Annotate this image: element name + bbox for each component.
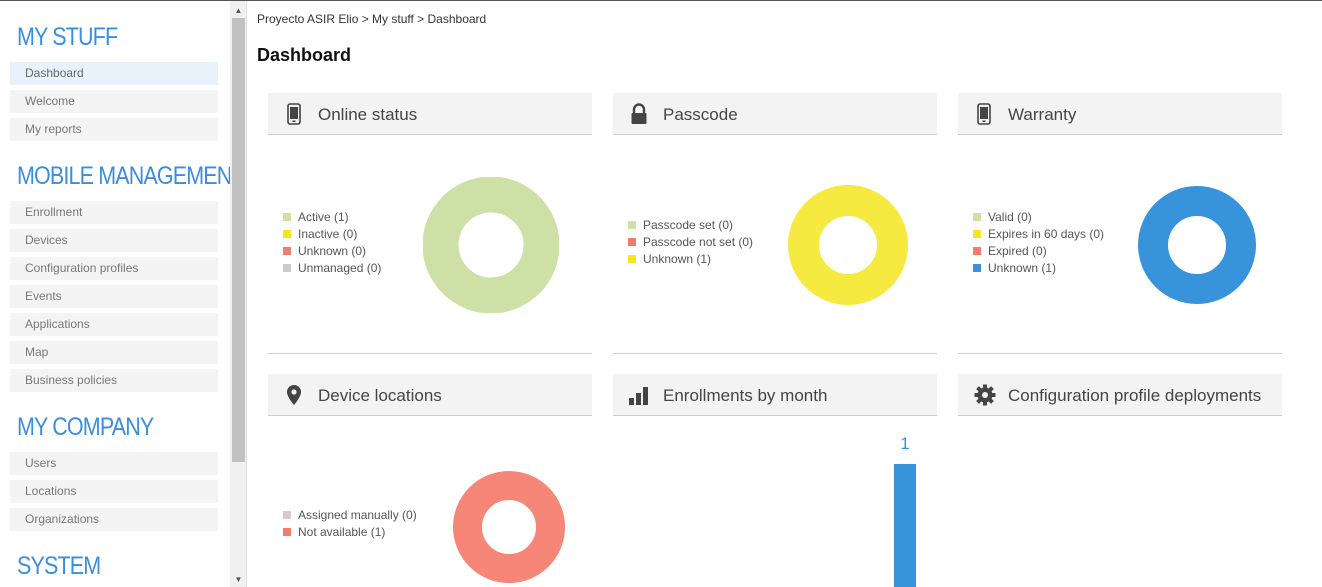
widget-header: Passcode: [613, 93, 937, 135]
legend: Assigned manually (0) Not available (1): [283, 507, 417, 541]
sidebar-scrollbar[interactable]: ▲ ▼: [230, 1, 247, 587]
sidebar-item-events[interactable]: Events: [10, 285, 218, 308]
legend-item: Expires in 60 days (0): [973, 226, 1104, 243]
sidebar-item-my-reports[interactable]: My reports: [10, 118, 218, 141]
donut-slice-unknown: [1138, 186, 1256, 304]
widget-title: Configuration profile deployments: [1008, 386, 1262, 405]
widget-configuration-profile-deployments: Configuration profile deployments: [958, 374, 1282, 587]
legend: Active (1) Inactive (0) Unknown (0) Unma…: [283, 209, 381, 277]
bar-chart-icon: [629, 387, 648, 405]
widget-divider: [958, 353, 1282, 354]
legend-item: Expired (0): [973, 243, 1104, 260]
legend-item: Active (1): [283, 209, 381, 226]
bar: [894, 464, 916, 587]
widget-title: Passcode: [663, 105, 738, 124]
widget-enrollments-by-month: Enrollments by month 1: [613, 374, 937, 587]
gear-icon: [974, 384, 996, 406]
legend: Passcode set (0) Passcode not set (0) Un…: [628, 217, 753, 268]
sidebar-item-devices[interactable]: Devices: [10, 229, 218, 252]
widget-title: Warranty: [1008, 105, 1077, 124]
section-title-mobile-management: MOBILE MANAGEMENT: [17, 162, 230, 190]
widget-title: Device locations: [318, 386, 442, 405]
donut-slice-not-available: [453, 471, 565, 583]
sidebar-item-users[interactable]: Users: [10, 452, 218, 475]
widget-warranty: Warranty Valid (0) Expires in 60 days (0…: [958, 93, 1282, 355]
widget-divider: [613, 353, 937, 354]
bar-value-label: 1: [900, 434, 910, 453]
widget-header: Device locations: [268, 374, 592, 416]
section-title-my-company: MY COMPANY: [17, 413, 154, 441]
legend-item: Inactive (0): [283, 226, 381, 243]
lock-icon: [631, 103, 647, 124]
map-pin-icon: [287, 385, 301, 405]
widget-passcode: Passcode Passcode set (0) Passcode not s…: [613, 93, 937, 355]
sidebar-item-business-policies[interactable]: Business policies: [10, 369, 218, 392]
donut-slice-unknown: [788, 185, 908, 305]
widget-online-status: Online status Active (1) Inactive (0) Un…: [268, 93, 592, 355]
sidebar-item-organizations[interactable]: Organizations: [10, 508, 218, 531]
phone-icon: [977, 103, 991, 125]
donut-chart-online-status: [423, 177, 559, 313]
sidebar-item-locations[interactable]: Locations: [10, 480, 218, 503]
legend-item: Passcode not set (0): [628, 234, 753, 251]
section-title-system: SYSTEM: [17, 552, 101, 580]
sidebar-item-welcome[interactable]: Welcome: [10, 90, 218, 113]
legend-item: Passcode set (0): [628, 217, 753, 234]
sidebar-item-enrollment[interactable]: Enrollment: [10, 201, 218, 224]
widget-header: Configuration profile deployments: [958, 374, 1282, 416]
donut-slice-active: [423, 177, 559, 313]
legend-item: Valid (0): [973, 209, 1104, 226]
scroll-thumb[interactable]: [232, 18, 245, 462]
widget-title: Enrollments by month: [663, 386, 828, 405]
widget-header: Enrollments by month: [613, 374, 937, 416]
donut-chart-device-locations: [453, 471, 565, 583]
donut-chart-warranty: [1138, 186, 1256, 304]
page-title: Dashboard: [257, 45, 352, 65]
scroll-up-arrow-icon[interactable]: ▲: [230, 3, 247, 18]
widget-divider: [268, 353, 592, 354]
widget-header: Online status: [268, 93, 592, 135]
donut-chart-passcode: [788, 185, 908, 305]
legend-item: Unmanaged (0): [283, 260, 381, 277]
main-content: Proyecto ASIR Elio > My stuff > Dashboar…: [248, 1, 1322, 587]
legend-item: Assigned manually (0): [283, 507, 417, 524]
widget-header: Warranty: [958, 93, 1282, 135]
sidebar-item-map[interactable]: Map: [10, 341, 218, 364]
phone-icon: [287, 103, 301, 125]
breadcrumb: Proyecto ASIR Elio > My stuff > Dashboar…: [257, 12, 487, 26]
widget-device-locations: Device locations Assigned manually (0) N…: [268, 374, 592, 587]
legend: Valid (0) Expires in 60 days (0) Expired…: [973, 209, 1104, 277]
legend-item: Unknown (1): [628, 251, 753, 268]
legend-item: Not available (1): [283, 524, 417, 541]
sidebar-item-dashboard[interactable]: Dashboard: [10, 62, 218, 85]
sidebar-item-applications[interactable]: Applications: [10, 313, 218, 336]
sidebar: MY STUFF Dashboard Welcome My reports MO…: [0, 1, 230, 587]
widget-title: Online status: [318, 105, 418, 124]
section-title-my-stuff: MY STUFF: [17, 23, 118, 51]
sidebar-item-configuration-profiles[interactable]: Configuration profiles: [10, 257, 218, 280]
scroll-down-arrow-icon[interactable]: ▼: [230, 572, 247, 587]
legend-item: Unknown (0): [283, 243, 381, 260]
legend-item: Unknown (1): [973, 260, 1104, 277]
